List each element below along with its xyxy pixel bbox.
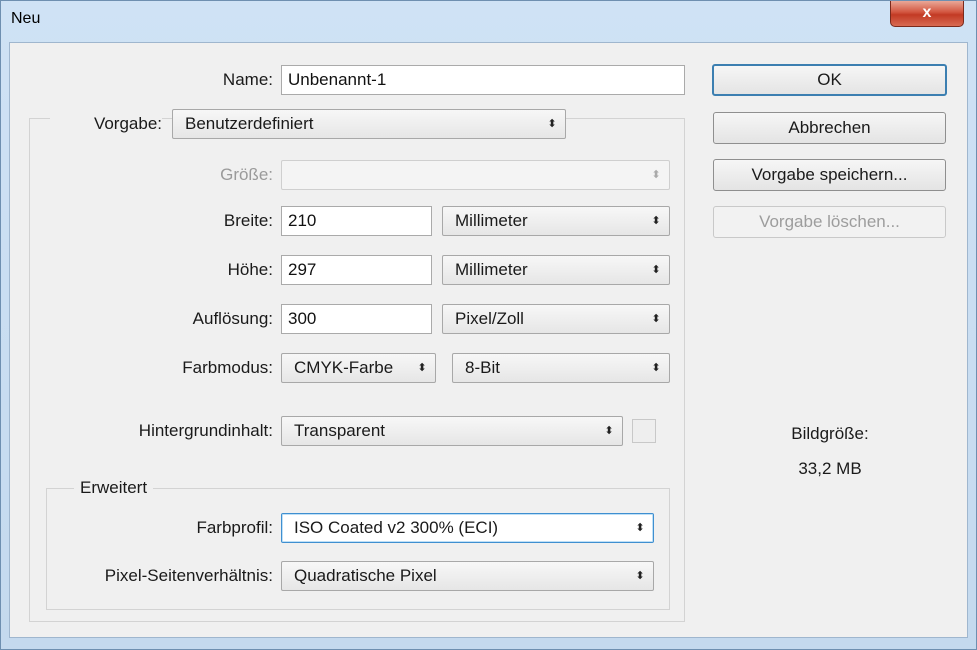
- updown-arrow-icon: ⬍: [651, 169, 661, 181]
- resolution-unit-select[interactable]: Pixel/Zoll ⬍: [442, 304, 670, 334]
- updown-arrow-icon: ⬍: [604, 425, 614, 437]
- colormode-label: Farbmodus:: [182, 358, 273, 377]
- aspect-select[interactable]: Quadratische Pixel ⬍: [281, 561, 654, 591]
- updown-arrow-icon: ⬍: [651, 264, 661, 276]
- width-input[interactable]: 210: [281, 206, 432, 236]
- bitdepth-select[interactable]: 8-Bit ⬍: [452, 353, 670, 383]
- colormode-select[interactable]: CMYK-Farbe ⬍: [281, 353, 436, 383]
- save-preset-button[interactable]: Vorgabe speichern...: [713, 159, 946, 191]
- preset-select[interactable]: Benutzerdefiniert ⬍: [172, 109, 566, 139]
- preset-select-value: Benutzerdefiniert: [185, 114, 314, 133]
- image-size-label: Bildgröße:: [791, 424, 869, 443]
- resolution-input[interactable]: 300: [281, 304, 432, 334]
- ok-button[interactable]: OK: [712, 64, 947, 96]
- name-input[interactable]: Unbenannt-1: [281, 65, 685, 95]
- height-input[interactable]: 297: [281, 255, 432, 285]
- resolution-label: Auflösung:: [192, 309, 273, 328]
- width-unit-value: Millimeter: [455, 211, 528, 230]
- updown-arrow-icon: ⬍: [651, 215, 661, 227]
- updown-arrow-icon: ⬍: [635, 570, 645, 582]
- bitdepth-value: 8-Bit: [465, 358, 500, 377]
- updown-arrow-icon: ⬍: [651, 362, 661, 374]
- updown-arrow-icon: ⬍: [651, 313, 661, 325]
- delete-preset-button[interactable]: Vorgabe löschen...: [713, 206, 946, 238]
- updown-arrow-icon: ⬍: [417, 362, 427, 374]
- height-label: Höhe:: [227, 260, 273, 279]
- updown-arrow-icon: ⬍: [547, 118, 557, 130]
- profile-select[interactable]: ISO Coated v2 300% (ECI) ⬍: [281, 513, 654, 543]
- updown-arrow-icon: ⬍: [635, 522, 645, 534]
- profile-value: ISO Coated v2 300% (ECI): [294, 518, 499, 537]
- colormode-value: CMYK-Farbe: [294, 358, 394, 377]
- background-select[interactable]: Transparent ⬍: [281, 416, 623, 446]
- size-select[interactable]: ⬍: [281, 160, 670, 190]
- image-size-value: 33,2 MB: [798, 459, 862, 478]
- aspect-value: Quadratische Pixel: [294, 566, 437, 585]
- profile-label: Farbprofil:: [196, 518, 273, 537]
- height-unit-value: Millimeter: [455, 260, 528, 279]
- preset-label: Vorgabe:: [50, 109, 162, 139]
- resolution-unit-value: Pixel/Zoll: [455, 309, 524, 328]
- size-label: Größe:: [220, 165, 273, 184]
- window-title: Neu: [11, 10, 41, 27]
- close-icon: x: [922, 4, 932, 21]
- advanced-legend: Erweitert: [74, 475, 154, 501]
- name-label: Name:: [222, 70, 273, 89]
- background-value: Transparent: [294, 421, 386, 440]
- height-unit-select[interactable]: Millimeter ⬍: [442, 255, 670, 285]
- close-button[interactable]: x: [890, 1, 964, 27]
- background-color-swatch[interactable]: [632, 419, 656, 443]
- advanced-group-frame: [46, 488, 670, 610]
- width-label: Breite:: [223, 211, 273, 230]
- aspect-label: Pixel-Seitenverhältnis:: [104, 566, 273, 585]
- new-document-dialog: Neu x Name: Unbenannt-1 Vorgabe: Benutze…: [0, 0, 977, 650]
- background-label: Hintergrundinhalt:: [138, 421, 273, 440]
- width-unit-select[interactable]: Millimeter ⬍: [442, 206, 670, 236]
- dialog-body: Name: Unbenannt-1 Vorgabe: Benutzerdefin…: [9, 42, 968, 638]
- cancel-button[interactable]: Abbrechen: [713, 112, 946, 144]
- title-bar[interactable]: Neu x: [1, 1, 976, 41]
